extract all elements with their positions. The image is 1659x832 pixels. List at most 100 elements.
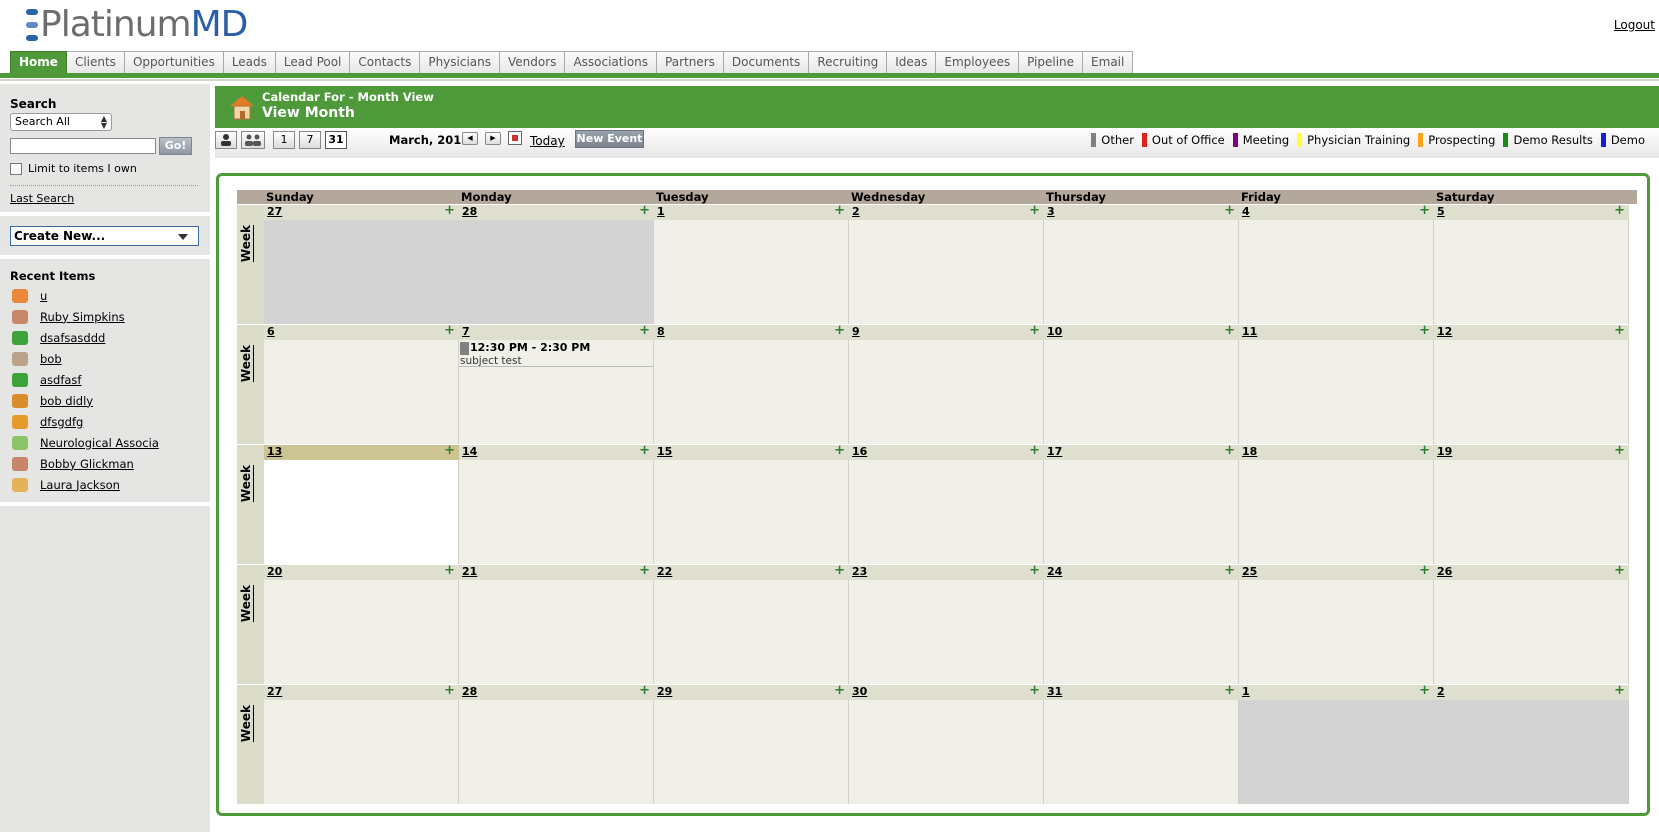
day-number-link[interactable]: 6 — [267, 325, 275, 338]
week-link[interactable]: Week — [239, 225, 262, 262]
add-event-icon[interactable]: + — [639, 563, 650, 578]
recent-item-label[interactable]: Neurological Associa — [40, 436, 159, 450]
recent-item-label[interactable]: asdfasf — [40, 373, 81, 387]
day-number-link[interactable]: 21 — [462, 565, 477, 578]
add-event-icon[interactable]: + — [639, 443, 650, 458]
add-event-icon[interactable]: + — [834, 563, 845, 578]
day-cell[interactable]: 20 + — [264, 563, 459, 684]
day-number-link[interactable]: 27 — [267, 205, 282, 218]
day-cell[interactable]: 21 + — [459, 563, 654, 684]
recent-item[interactable]: u — [12, 285, 159, 306]
add-event-icon[interactable]: + — [1419, 563, 1430, 578]
week-link[interactable]: Week — [239, 465, 262, 502]
day-view-button[interactable]: 1 — [273, 131, 295, 149]
add-event-icon[interactable]: + — [1419, 323, 1430, 338]
day-number-link[interactable]: 27 — [267, 685, 282, 698]
add-event-icon[interactable]: + — [1029, 683, 1040, 698]
add-event-icon[interactable]: + — [444, 563, 455, 578]
recent-item-label[interactable]: Bobby Glickman — [40, 457, 134, 471]
day-cell[interactable]: 25 + — [1239, 563, 1434, 684]
add-event-icon[interactable]: + — [1419, 443, 1430, 458]
day-cell[interactable]: 26 + — [1434, 563, 1629, 684]
today-link[interactable]: Today — [530, 134, 565, 148]
recent-item[interactable]: Laura Jackson — [12, 474, 159, 495]
add-event-icon[interactable]: + — [1419, 683, 1430, 698]
month-view-button[interactable]: 31 — [325, 131, 347, 149]
recent-item[interactable]: Bobby Glickman — [12, 453, 159, 474]
add-event-icon[interactable]: + — [1614, 323, 1625, 338]
day-cell[interactable]: 9 + — [849, 323, 1044, 444]
day-number-link[interactable]: 3 — [1047, 205, 1055, 218]
recent-item[interactable]: dsafsasddd — [12, 327, 159, 348]
day-number-link[interactable]: 30 — [852, 685, 867, 698]
recent-item[interactable]: Neurological Associa — [12, 432, 159, 453]
day-cell[interactable]: 24 + — [1044, 563, 1239, 684]
day-number-link[interactable]: 28 — [462, 685, 477, 698]
day-number-link[interactable]: 2 — [852, 205, 860, 218]
day-number-link[interactable]: 22 — [657, 565, 672, 578]
day-cell[interactable]: 18 + — [1239, 443, 1434, 564]
day-cell[interactable]: 28 + — [459, 683, 654, 804]
tab-documents[interactable]: Documents — [723, 51, 810, 73]
add-event-icon[interactable]: + — [444, 683, 455, 698]
day-cell[interactable]: 1 + — [654, 203, 849, 324]
add-event-icon[interactable]: + — [444, 323, 455, 338]
day-cell[interactable]: 17 + — [1044, 443, 1239, 564]
group-view-icon[interactable] — [241, 131, 265, 149]
day-number-link[interactable]: 9 — [852, 325, 860, 338]
day-number-link[interactable]: 26 — [1437, 565, 1452, 578]
tab-ideas[interactable]: Ideas — [887, 51, 937, 73]
add-event-icon[interactable]: + — [834, 683, 845, 698]
tab-home[interactable]: Home — [10, 51, 67, 73]
tab-partners[interactable]: Partners — [657, 51, 724, 73]
day-cell[interactable]: 3 + — [1044, 203, 1239, 324]
add-event-icon[interactable]: + — [1029, 323, 1040, 338]
new-event-button[interactable]: New Event — [575, 130, 644, 148]
day-number-link[interactable]: 25 — [1242, 565, 1257, 578]
week-view-button[interactable]: 7 — [299, 131, 321, 149]
add-event-icon[interactable]: + — [444, 203, 455, 218]
recent-item[interactable]: bob didly — [12, 390, 159, 411]
day-cell[interactable]: 29 + — [654, 683, 849, 804]
add-event-icon[interactable]: + — [1224, 203, 1235, 218]
limit-to-own-checkbox[interactable] — [10, 162, 22, 175]
add-event-icon[interactable]: + — [1614, 683, 1625, 698]
add-event-icon[interactable]: + — [1614, 563, 1625, 578]
day-cell[interactable]: 27 + — [264, 683, 459, 804]
add-event-icon[interactable]: + — [1614, 203, 1625, 218]
add-event-icon[interactable]: + — [1224, 683, 1235, 698]
day-number-link[interactable]: 4 — [1242, 205, 1250, 218]
day-cell[interactable]: 14 + — [459, 443, 654, 564]
day-cell[interactable]: 19 + — [1434, 443, 1629, 564]
recent-item-label[interactable]: bob — [40, 352, 62, 366]
day-cell[interactable]: 1 + — [1239, 683, 1434, 804]
recent-item-label[interactable]: dfsgdfg — [40, 415, 83, 429]
add-event-icon[interactable]: + — [1419, 203, 1430, 218]
day-cell[interactable]: 28 + — [459, 203, 654, 324]
logout-link[interactable]: Logout — [1614, 18, 1655, 32]
day-number-link[interactable]: 29 — [657, 685, 672, 698]
search-go-button[interactable]: Go! — [159, 137, 192, 155]
day-number-link[interactable]: 8 — [657, 325, 665, 338]
platinummd-logo[interactable]: PlatinumMD — [26, 6, 248, 44]
day-cell[interactable]: 30 + — [849, 683, 1044, 804]
day-number-link[interactable]: 15 — [657, 445, 672, 458]
day-number-link[interactable]: 28 — [462, 205, 477, 218]
tab-contacts[interactable]: Contacts — [350, 51, 421, 73]
next-month-icon[interactable]: ▶ — [485, 132, 501, 145]
add-event-icon[interactable]: + — [639, 323, 650, 338]
add-event-icon[interactable]: + — [1614, 443, 1625, 458]
date-picker-icon[interactable] — [508, 131, 522, 145]
create-new-select[interactable]: Create New... — [10, 226, 199, 246]
day-number-link[interactable]: 31 — [1047, 685, 1062, 698]
tab-lead-pool[interactable]: Lead Pool — [275, 51, 351, 73]
day-number-link[interactable]: 16 — [852, 445, 867, 458]
day-cell[interactable]: 8 + — [654, 323, 849, 444]
recent-item-label[interactable]: Ruby Simpkins — [40, 310, 125, 324]
day-number-link[interactable]: 1 — [657, 205, 665, 218]
tab-email[interactable]: Email — [1083, 51, 1134, 73]
recent-item[interactable]: asdfasf — [12, 369, 159, 390]
recent-item[interactable]: bob — [12, 348, 159, 369]
day-number-link[interactable]: 10 — [1047, 325, 1062, 338]
recent-item[interactable]: Ruby Simpkins — [12, 306, 159, 327]
